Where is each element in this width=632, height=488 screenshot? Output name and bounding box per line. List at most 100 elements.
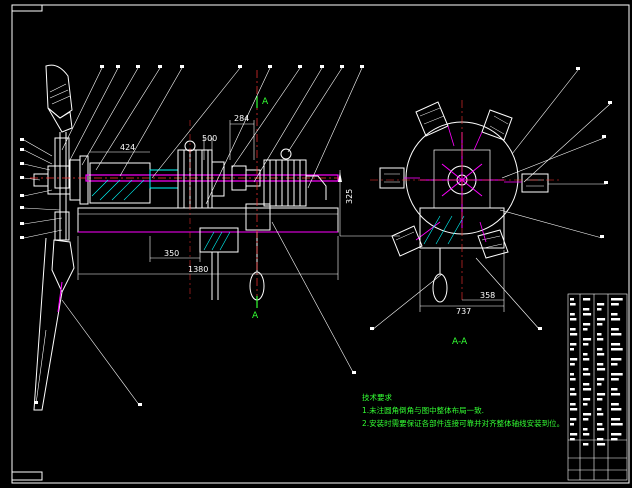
title-block-cell — [583, 428, 588, 431]
title-block-cell — [597, 378, 605, 381]
title-block-cell — [611, 303, 619, 306]
title-block-cell — [611, 393, 621, 396]
cad-drawing-sheet: A A 500 284 424 325 350 1380 737 358 A-A… — [11, 4, 630, 484]
title-block-cell — [570, 423, 574, 426]
title-block-cell — [583, 418, 589, 421]
title-block-cell — [570, 313, 575, 316]
title-block-cell — [597, 338, 604, 341]
title-block-cell — [583, 383, 590, 386]
title-block-cell — [583, 308, 590, 311]
title-block-cell — [583, 328, 588, 331]
section-letter-bottom: A — [252, 311, 259, 321]
generator-2 — [263, 148, 327, 207]
title-block-cell — [597, 413, 604, 416]
title-block-cell — [570, 433, 578, 436]
title-block-cell — [583, 433, 590, 436]
title-block-cell — [570, 403, 576, 406]
title-block-cell — [611, 313, 618, 316]
title-block-cell — [611, 333, 622, 336]
title-block-cell — [583, 358, 590, 361]
title-block-cell — [570, 298, 574, 301]
title-block-cell — [611, 423, 623, 426]
title-block-cell — [597, 323, 603, 326]
leader-balloons — [20, 65, 612, 406]
dim-737: 737 — [456, 307, 471, 316]
title-block-cell — [597, 348, 603, 351]
title-block-cell — [570, 328, 576, 331]
title-block-cell — [597, 303, 605, 306]
dim-284: 284 — [234, 114, 249, 123]
title-block-cell — [611, 388, 618, 391]
title-block-cell — [570, 393, 577, 396]
title-block-cell — [611, 298, 623, 301]
title-block-cell — [570, 333, 578, 336]
title-block-cell — [597, 408, 602, 411]
dim-358: 358 — [480, 291, 495, 300]
title-block-cell — [597, 363, 604, 366]
pedestal-hatch — [203, 231, 231, 251]
title-block-cell — [583, 413, 592, 416]
title-block-cell — [583, 403, 588, 406]
title-block-cell — [611, 438, 618, 441]
title-block-cell — [583, 368, 589, 371]
dim-325: 325 — [345, 189, 354, 204]
title-block-cell — [611, 408, 622, 411]
leader-lines — [23, 67, 611, 407]
title-block-cell — [597, 308, 602, 311]
title-block-cell — [597, 398, 603, 401]
section-counterweight — [432, 273, 448, 303]
title-block-cell — [570, 303, 576, 306]
title-block-cell — [570, 348, 574, 351]
title-block-cell — [570, 318, 577, 321]
title-block-cell — [611, 433, 622, 436]
title-block-cell — [570, 358, 578, 361]
title-block-cell — [597, 368, 606, 371]
title-block-cell — [583, 338, 592, 341]
title-block-cell — [611, 418, 621, 421]
title-block-cell — [597, 393, 606, 396]
title-block-cell — [583, 313, 592, 316]
dim-500: 500 — [202, 134, 217, 143]
drawing-frame — [11, 4, 630, 484]
title-block-cell — [570, 388, 575, 391]
title-block-cell — [570, 418, 577, 421]
notes-heading: 技术要求 — [362, 392, 392, 402]
title-block-cell — [583, 398, 591, 401]
notes-line-2: 2.安装时需要保证各部件连接可靠并对齐整体轴线安装到位。 — [362, 418, 564, 428]
title-block-cell — [611, 318, 621, 321]
section-mark-top: A — [256, 96, 269, 108]
dim-arrow-325 — [338, 172, 342, 182]
notes-line-1: 1.未注圆角倒角与图中整体布局一致. — [362, 405, 484, 415]
title-block-cell — [570, 373, 574, 376]
title-block-cell — [570, 408, 578, 411]
title-block-cell — [570, 363, 575, 366]
title-block-rows — [570, 298, 623, 446]
title-block-cell — [611, 403, 619, 406]
rotor-blade-assembly — [33, 64, 75, 411]
dim-1380: 1380 — [188, 265, 208, 274]
blade-clamp-top — [54, 137, 70, 189]
dim-424: 424 — [120, 143, 135, 152]
title-block-cell — [583, 343, 589, 346]
title-block-cell — [583, 323, 591, 326]
coupling-block — [149, 169, 179, 189]
title-block-cell — [570, 438, 575, 441]
blade-clamp-bottom — [54, 211, 70, 241]
title-block-cell — [597, 428, 605, 431]
title-block-cell — [597, 423, 603, 426]
title-block-cell — [597, 383, 602, 386]
frame-corner-box — [11, 4, 43, 12]
title-block-cell — [583, 388, 592, 391]
title-block-cell — [611, 343, 621, 346]
title-block-cell — [583, 373, 591, 376]
hub-nose — [33, 173, 49, 187]
section-letter-top: A — [262, 97, 269, 107]
title-block-cell — [611, 358, 622, 361]
title-block-cell — [597, 318, 606, 321]
title-block-cell — [583, 443, 589, 446]
hub-plates — [47, 155, 89, 205]
title-block-cell — [611, 363, 618, 366]
support-pedestal — [199, 203, 271, 253]
title-block-cell — [597, 353, 605, 356]
title-block-cell — [611, 373, 623, 376]
